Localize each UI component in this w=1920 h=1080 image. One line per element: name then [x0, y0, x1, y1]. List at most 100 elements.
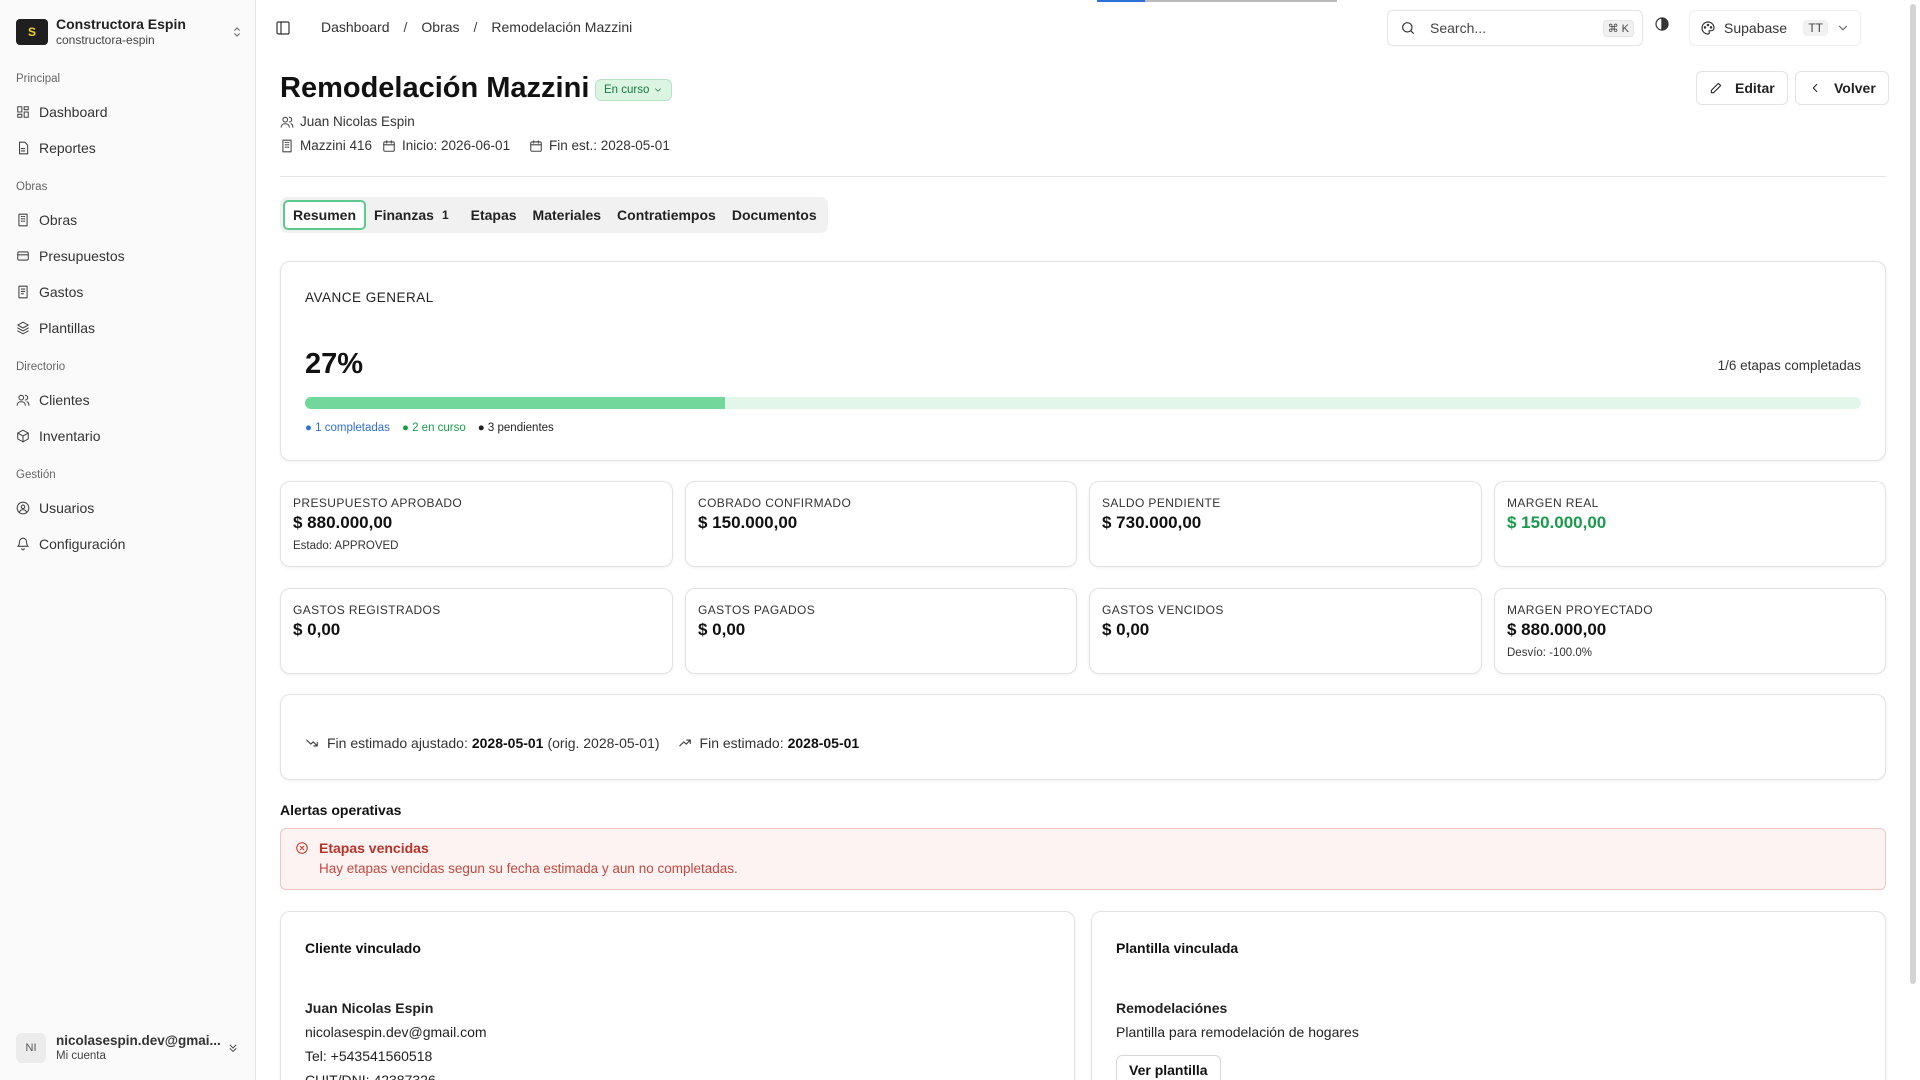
- stat-value: $ 730.000,00: [1102, 513, 1202, 532]
- linked-template-title: Plantilla vinculada: [1116, 940, 1239, 956]
- chevron-down-icon: [655, 88, 662, 92]
- project-end: Fin est.: 2028-05-01: [529, 138, 670, 153]
- linked-client-phone: Tel: +543541560518: [305, 1048, 433, 1064]
- org-badge: TT: [1803, 20, 1828, 36]
- breadcrumb-dashboard[interactable]: Dashboard: [321, 19, 390, 35]
- stat-value: $ 150.000,00: [1507, 513, 1607, 532]
- bell-icon: [17, 537, 29, 551]
- edit-button-label: Editar: [1735, 80, 1775, 96]
- sidebar-item-usuarios[interactable]: Usuarios: [16, 497, 240, 519]
- sidebar-item-obras[interactable]: Obras: [16, 209, 240, 231]
- stat-label: MARGEN REAL: [1507, 496, 1599, 510]
- stat-label: COBRADO CONFIRMADO: [698, 496, 852, 510]
- sidebar-item-configuracion[interactable]: Configuración: [16, 533, 240, 555]
- stat-card-margen-real: MARGEN REAL $ 150.000,00: [1494, 481, 1886, 567]
- divider: [280, 176, 1886, 177]
- calendar-icon: [383, 139, 395, 152]
- sidebar-item-label: Gastos: [39, 284, 84, 300]
- chevrons-down-icon: [229, 1044, 237, 1053]
- tab-documentos[interactable]: Documentos: [724, 200, 825, 230]
- stat-value: $ 0,00: [1102, 620, 1150, 639]
- breadcrumb-separator: /: [403, 19, 408, 35]
- progress-legend: ● 1 completadas ● 2 en curso ● 3 pendien…: [305, 422, 554, 434]
- search-icon: [1402, 22, 1414, 34]
- back-button[interactable]: Volver: [1795, 71, 1889, 105]
- back-button-label: Volver: [1834, 80, 1876, 96]
- layers-icon: [17, 321, 29, 335]
- progress-label: AVANCE GENERAL: [305, 290, 434, 305]
- linked-template-name: Remodelaciónes: [1116, 1000, 1228, 1016]
- forecast-est-value: 2028-05-01: [787, 735, 860, 751]
- forecast-est-label: Fin estimado:: [699, 735, 784, 751]
- status-badge[interactable]: En curso: [595, 79, 673, 101]
- stat-card-margen-proyectado: MARGEN PROYECTADO $ 880.000,00 Desvío: -…: [1494, 588, 1886, 674]
- alert-description: Hay etapas vencidas segun su fecha estim…: [319, 861, 738, 876]
- edit-button[interactable]: Editar: [1696, 71, 1788, 105]
- tab-label: Documentos: [731, 207, 817, 223]
- org-switcher[interactable]: Supabase TT: [1689, 10, 1861, 46]
- breadcrumb: Dashboard / Obras / Remodelación Mazzini: [321, 19, 632, 35]
- stat-card-saldo: SALDO PENDIENTE $ 730.000,00: [1089, 481, 1482, 567]
- tab-label: Materiales: [532, 207, 602, 223]
- tab-contratiempos[interactable]: Contratiempos: [609, 200, 724, 230]
- report-icon: [18, 141, 29, 155]
- breadcrumb-current: Remodelación Mazzini: [491, 19, 633, 35]
- stat-sub: Estado: APPROVED: [293, 540, 399, 552]
- sidebar-item-dashboard[interactable]: Dashboard: [16, 101, 240, 123]
- alert-title: Etapas vencidas: [319, 840, 429, 856]
- sidebar-item-plantillas[interactable]: Plantillas: [16, 317, 240, 339]
- linked-client-email: nicolasespin.dev@gmail.com: [305, 1024, 487, 1040]
- user-subtitle: Mi cuenta: [56, 1050, 106, 1062]
- tab-etapas[interactable]: Etapas: [463, 200, 525, 230]
- sidebar-item-presupuestos[interactable]: Presupuestos: [16, 245, 240, 267]
- stat-card-cobrado: COBRADO CONFIRMADO $ 150.000,00: [685, 481, 1077, 567]
- sidebar-item-reportes[interactable]: Reportes: [16, 137, 240, 159]
- stat-label: PRESUPUESTO APROBADO: [293, 496, 463, 510]
- workspace-name: Constructora Espin: [56, 16, 186, 32]
- search-input[interactable]: Search... ⌘ K: [1387, 10, 1643, 46]
- legend-pending: ● 3 pendientes: [477, 422, 554, 434]
- forecast-adjusted-value: 2028-05-01: [471, 735, 544, 751]
- scrollbar[interactable]: [1910, 4, 1916, 984]
- alerts-title: Alertas operativas: [280, 802, 402, 818]
- user-menu[interactable]: NI nicolasespin.dev@gmai... Mi cuenta: [16, 1030, 240, 1066]
- project-address-text: Mazzini 416: [300, 138, 373, 153]
- sidebar-item-label: Usuarios: [39, 500, 95, 516]
- breadcrumb-obras[interactable]: Obras: [421, 19, 459, 35]
- forecast-row: Fin estimado ajustado: 2028-05-01 (orig.…: [305, 735, 859, 751]
- stat-value: $ 880.000,00: [293, 513, 393, 532]
- sidebar-item-clientes[interactable]: Clientes: [16, 389, 240, 411]
- sidebar-item-gastos[interactable]: Gastos: [16, 281, 240, 303]
- forecast-card: Fin estimado ajustado: 2028-05-01 (orig.…: [280, 694, 1886, 780]
- project-start: Inicio: 2026-06-01: [382, 138, 510, 153]
- progress-bar-fill: [305, 397, 726, 409]
- tab-label: Etapas: [470, 207, 517, 223]
- loading-bar: [1097, 0, 1337, 2]
- tab-finanzas[interactable]: Finanzas 1: [366, 200, 463, 230]
- user-circle-icon: [16, 501, 30, 515]
- sidebar-item-label: Obras: [39, 212, 78, 228]
- tab-materiales[interactable]: Materiales: [525, 200, 609, 230]
- alert-overdue-stages: Etapas vencidas Hay etapas vencidas segu…: [280, 828, 1886, 890]
- stat-value: $ 150.000,00: [698, 513, 798, 532]
- palette-icon: [1701, 21, 1715, 35]
- stat-card-presupuesto: PRESUPUESTO APROBADO $ 880.000,00 Estado…: [280, 481, 673, 567]
- linked-client-title: Cliente vinculado: [305, 940, 421, 956]
- page-title: Remodelación Mazzini: [280, 72, 590, 104]
- workspace-switcher[interactable]: S Constructora Espin constructora-espin: [16, 14, 244, 50]
- tab-resumen[interactable]: Resumen: [283, 200, 367, 230]
- nav-group-obras: Obras: [16, 181, 48, 193]
- view-template-button[interactable]: Ver plantilla: [1116, 1055, 1221, 1080]
- x-circle-icon: [296, 842, 308, 854]
- theme-toggle-icon[interactable]: [1654, 16, 1670, 32]
- stat-label: MARGEN PROYECTADO: [1507, 603, 1653, 617]
- forecast-adjusted-orig: (orig. 2028-05-01): [547, 735, 660, 751]
- project-client: Juan Nicolas Espin: [280, 114, 415, 129]
- chevron-left-icon: [1812, 83, 1818, 93]
- building-icon: [282, 139, 292, 152]
- nav-group-principal: Principal: [16, 73, 61, 85]
- sidebar-toggle-icon[interactable]: [275, 20, 291, 36]
- tabs: Resumen Finanzas 1 Etapas Materiales Cont…: [280, 197, 828, 233]
- search-placeholder: Search...: [1430, 20, 1487, 36]
- sidebar-item-inventario[interactable]: Inventario: [16, 425, 240, 447]
